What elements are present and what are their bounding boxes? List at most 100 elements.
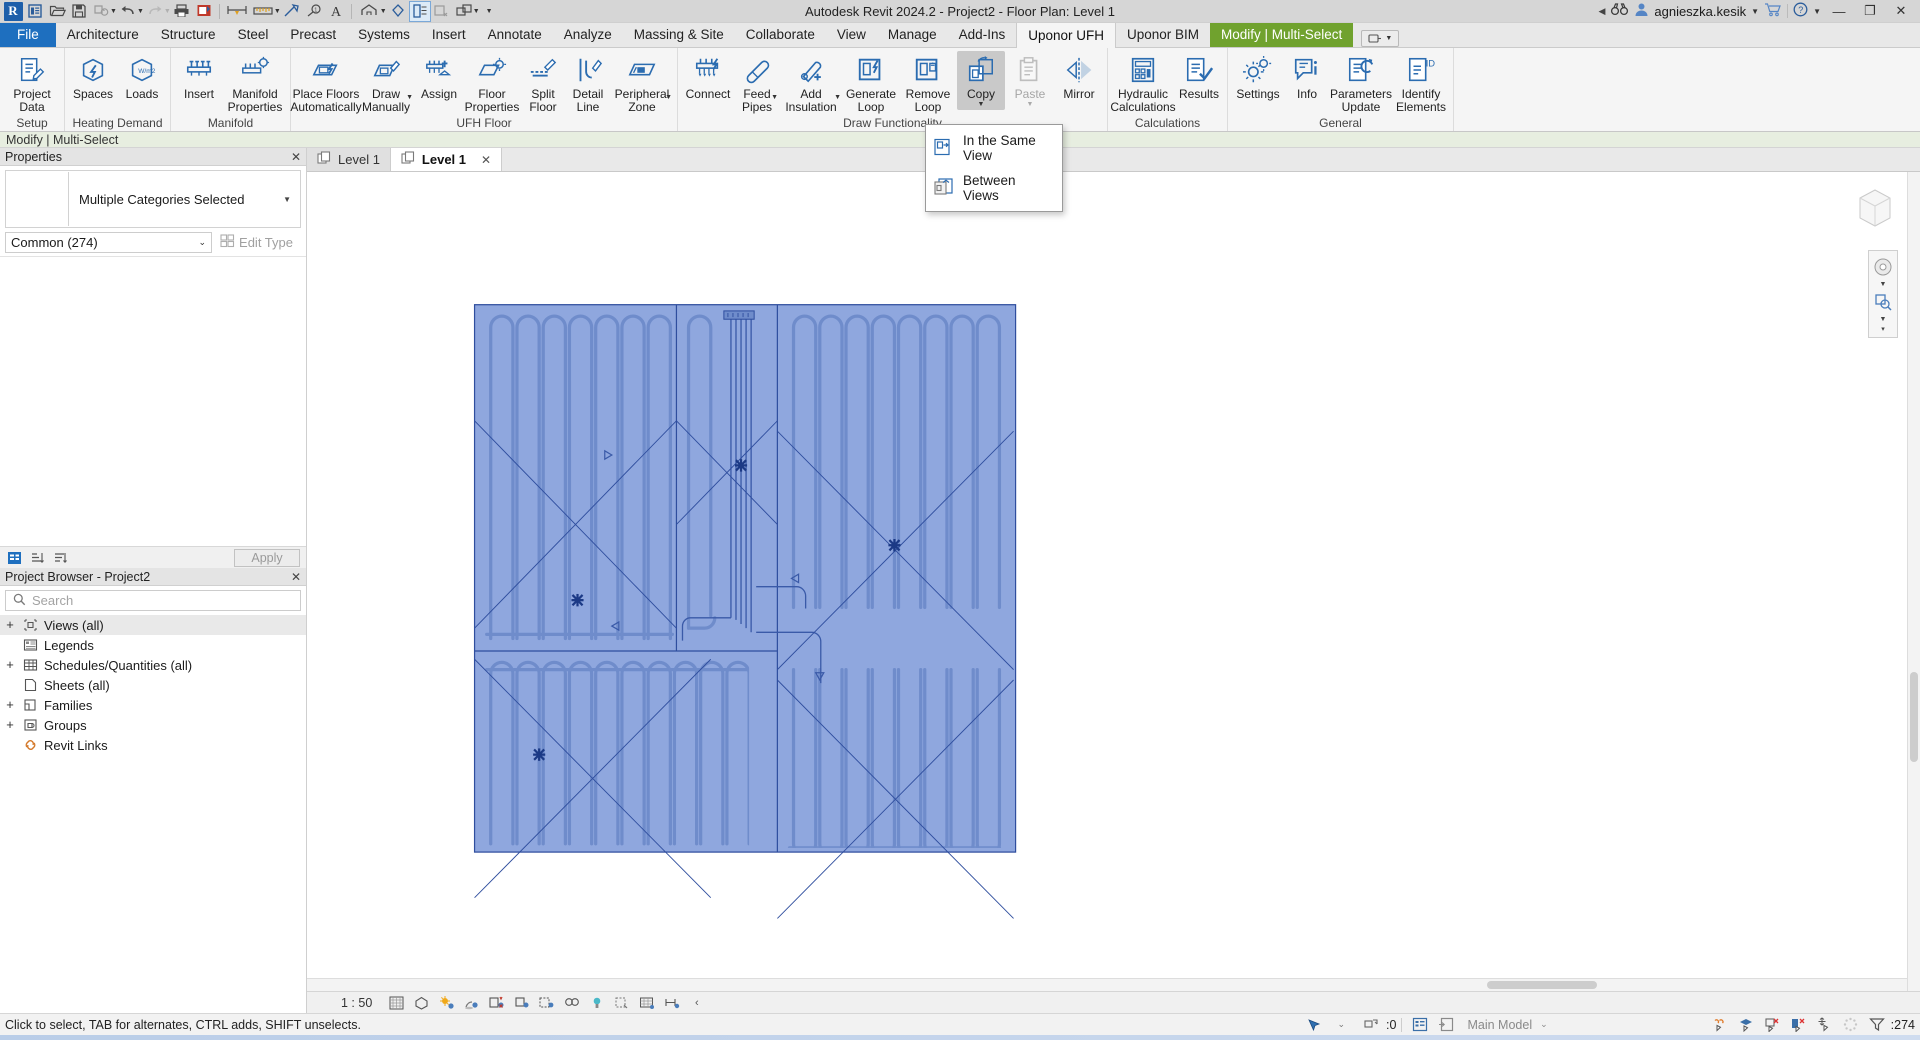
copy-in-the-same-view-item[interactable]: In the Same View <box>926 128 1062 168</box>
draw-manually-button[interactable]: Draw Manually ▼ <box>358 51 414 115</box>
assign-button[interactable]: Assign <box>415 51 463 103</box>
floor-plan-drawing[interactable] <box>307 172 1920 991</box>
view-tab-2[interactable]: Level 1 ✕ <box>390 148 503 171</box>
worksets-icon[interactable] <box>1359 1015 1385 1035</box>
shopping-cart-icon[interactable] <box>1764 2 1782 20</box>
default-3d-view-icon[interactable] <box>356 1 382 22</box>
filter-icon[interactable] <box>1864 1015 1890 1035</box>
type-selector-caret-icon[interactable]: ▼ <box>283 195 300 204</box>
ribbon-tab-view[interactable]: View <box>826 22 877 47</box>
model-caret-icon[interactable]: ⌄ <box>1540 1019 1708 1030</box>
spaces-button[interactable]: Spaces <box>69 51 117 103</box>
measure-icon[interactable] <box>193 1 215 22</box>
expander-icon[interactable]: + <box>4 718 16 733</box>
properties-grid[interactable] <box>0 256 306 546</box>
ribbon-tab-systems[interactable]: Systems <box>347 22 421 47</box>
navbar-expand-caret-icon[interactable]: ▾ <box>1881 325 1885 333</box>
select-links-icon[interactable] <box>1708 1015 1734 1035</box>
browser-node-legends[interactable]: Legends <box>0 635 306 655</box>
browser-node-revit-links[interactable]: Revit Links <box>0 735 306 755</box>
drag-element-icon[interactable] <box>1812 1015 1838 1035</box>
ruler-icon[interactable] <box>250 1 276 22</box>
ribbon-tab-precast[interactable]: Precast <box>279 22 347 47</box>
close-hidden-windows-icon[interactable] <box>431 1 453 22</box>
ribbon-tab-architecture[interactable]: Architecture <box>56 22 150 47</box>
properties-type-selector[interactable]: Multiple Categories Selected ▼ <box>5 170 301 228</box>
ribbon-tab-steel[interactable]: Steel <box>227 22 280 47</box>
sort-descending-icon[interactable] <box>52 550 69 566</box>
save-icon[interactable] <box>68 1 90 22</box>
view-cube[interactable] <box>1846 180 1904 242</box>
restore-button[interactable]: ❐ <box>1857 1 1883 22</box>
lock-3d-view-icon[interactable] <box>559 993 584 1013</box>
dropdown-caret-icon[interactable]: ▼ <box>771 94 778 101</box>
insert-manifold-button[interactable]: Insert <box>175 51 223 103</box>
show-crop-region-icon[interactable] <box>534 993 559 1013</box>
manifold-properties-button[interactable]: Manifold Properties <box>224 51 286 115</box>
browser-node-groups[interactable]: + Groups <box>0 715 306 735</box>
redo-icon[interactable] <box>144 1 166 22</box>
connect-button[interactable]: Connect <box>682 51 734 103</box>
text-icon[interactable]: A <box>325 1 347 22</box>
manifold-symbol[interactable] <box>723 310 755 320</box>
design-options-icon[interactable] <box>1407 1015 1433 1035</box>
expander-icon[interactable]: + <box>4 618 16 633</box>
split-floor-button[interactable]: Split Floor <box>521 51 565 115</box>
generate-loop-button[interactable]: Generate Loop <box>843 51 899 115</box>
browser-node-sheets-all[interactable]: Sheets (all) <box>0 675 306 695</box>
visual-style-icon[interactable] <box>409 993 434 1013</box>
crop-view-icon[interactable] <box>509 993 534 1013</box>
zoom-tool-icon[interactable] <box>1871 290 1895 314</box>
floor-properties-button[interactable]: Floor Properties <box>464 51 520 115</box>
mirror-button[interactable]: Mirror <box>1055 51 1103 103</box>
ribbon-tab-manage[interactable]: Manage <box>877 22 948 47</box>
properties-help-icon[interactable] <box>6 550 23 566</box>
drawing-canvas[interactable]: ▼ ▼ ▾ <box>307 172 1920 991</box>
close-button[interactable]: ✕ <box>1888 1 1914 22</box>
rendering-dialog-icon[interactable] <box>484 993 509 1013</box>
user-avatar-icon[interactable] <box>1634 2 1649 20</box>
ribbon-tab-add-ins[interactable]: Add-Ins <box>948 22 1017 47</box>
feed-pipes-button[interactable]: Feed Pipes ▼ <box>735 51 779 115</box>
copy-button[interactable]: Copy ▼ <box>957 51 1005 110</box>
loads-button[interactable]: W/m2 Loads <box>118 51 166 103</box>
dropdown-caret-icon[interactable]: ▼ <box>406 94 413 101</box>
ribbon-tab-uponor-bim[interactable]: Uponor BIM <box>1116 22 1210 47</box>
ribbon-tab-annotate[interactable]: Annotate <box>477 22 553 47</box>
parameters-update-button[interactable]: Parameters Update <box>1330 51 1392 115</box>
remove-loop-button[interactable]: Remove Loop <box>900 51 956 115</box>
ribbon-tab-collaborate[interactable]: Collaborate <box>735 22 826 47</box>
expander-icon[interactable]: + <box>4 698 16 713</box>
dropdown-caret-icon[interactable]: ▼ <box>665 94 672 101</box>
project-info-icon[interactable] <box>24 1 46 22</box>
section-icon[interactable] <box>387 1 409 22</box>
shadows-icon[interactable] <box>459 993 484 1013</box>
tag-icon[interactable] <box>281 1 303 22</box>
hydraulic-calculations-button[interactable]: Hydraulic Calculations <box>1110 51 1176 115</box>
customize-qat-icon[interactable]: ▼ <box>486 8 493 15</box>
press-drag-icon[interactable] <box>1302 1015 1328 1035</box>
select-face-icon[interactable] <box>1786 1015 1812 1035</box>
steering-wheel-icon[interactable] <box>1871 255 1895 279</box>
expander-icon[interactable]: + <box>4 658 16 673</box>
tag-number-icon[interactable]: 1 <box>303 1 325 22</box>
sync-icon[interactable] <box>90 1 112 22</box>
zoom-tool-caret-icon[interactable]: ▼ <box>1880 316 1887 323</box>
canvas-horizontal-scrollbar[interactable] <box>307 978 1907 991</box>
horizontal-scroll-thumb[interactable] <box>1487 981 1597 989</box>
ribbon-tab-modify-multi-select[interactable]: Modify | Multi-Select <box>1210 22 1354 47</box>
copy-between-views-item[interactable]: Between Views <box>926 168 1062 208</box>
view-control-expand-icon[interactable]: ‹ <box>684 993 709 1013</box>
view-tab-1[interactable]: Level 1 <box>307 148 391 171</box>
select-pinned-icon[interactable] <box>1760 1015 1786 1035</box>
project-browser-search-box[interactable]: Search <box>5 590 301 611</box>
analytical-model-icon[interactable] <box>634 993 659 1013</box>
browser-node-schedules-quantities-all[interactable]: + Schedules/Quantities (all) <box>0 655 306 675</box>
switch-windows-icon[interactable] <box>453 1 475 22</box>
add-insulation-button[interactable]: Add Insulation ▼ <box>780 51 842 115</box>
display-options-button[interactable]: ▼ <box>1361 30 1400 47</box>
results-button[interactable]: Results <box>1175 51 1223 103</box>
undo-icon[interactable] <box>117 1 139 22</box>
peripheral-zone-button[interactable]: Peripheral Zone ▼ <box>611 51 673 115</box>
temporary-hide-isolate-icon[interactable] <box>584 993 609 1013</box>
